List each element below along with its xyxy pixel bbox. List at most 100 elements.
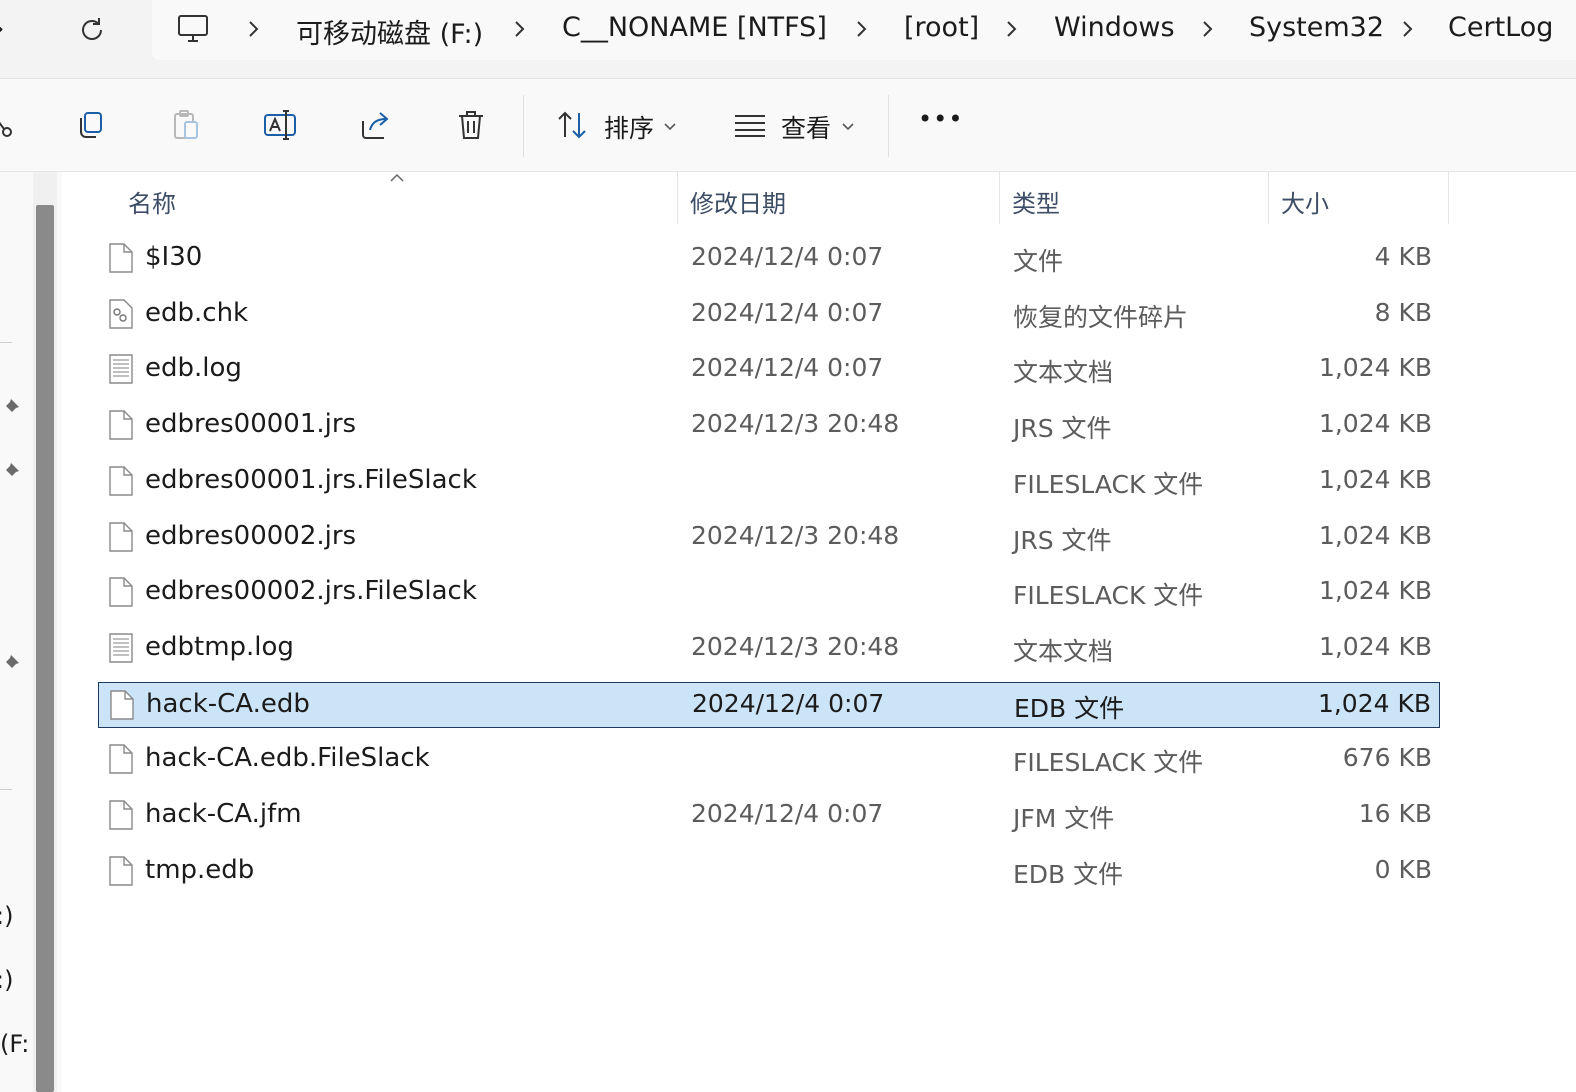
blank-file-icon (109, 689, 135, 724)
view-icon[interactable] (728, 103, 772, 147)
file-row[interactable]: edb.log 2024/12/4 0:07 文本文档 1,024 KB (98, 347, 1440, 393)
pin-icon[interactable] (2, 394, 24, 420)
file-row[interactable]: tmp.edb EDB 文件 0 KB (98, 849, 1440, 895)
breadcrumb-chevron-icon[interactable] (1198, 14, 1218, 48)
file-type: EDB 文件 (1014, 693, 1125, 723)
breadcrumb-chevron-icon[interactable] (852, 14, 872, 48)
file-size: 1,024 KB (1318, 520, 1432, 550)
column-header-name[interactable]: 名称 (128, 184, 176, 219)
file-size: 1,024 KB (1318, 464, 1432, 494)
file-row[interactable]: edb.chk 2024/12/4 0:07 恢复的文件碎片 8 KB (98, 292, 1440, 338)
nav-drive-item[interactable]: :) (0, 902, 13, 930)
cut-icon[interactable] (0, 103, 22, 147)
this-pc-icon[interactable] (176, 12, 210, 50)
view-button[interactable]: 查看 (781, 109, 831, 145)
column-divider[interactable] (677, 172, 678, 224)
file-row[interactable]: hack-CA.edb 2024/12/4 0:07 EDB 文件 1,024 KB (98, 681, 1440, 728)
column-divider[interactable] (999, 172, 1000, 224)
file-row[interactable]: $I30 2024/12/4 0:07 文件 4 KB (98, 236, 1440, 282)
file-modified-date: 2024/12/3 20:48 (691, 520, 900, 550)
file-size: 0 KB (1374, 854, 1432, 884)
file-size: 16 KB (1358, 799, 1432, 828)
command-bar: 排序 查看 ••• (0, 79, 1576, 172)
file-modified-date: 2024/12/4 0:07 (691, 799, 884, 828)
nav-drive-item[interactable]: (F: (0, 1030, 29, 1058)
file-name: hack-CA.jfm (145, 799, 302, 829)
file-row[interactable]: hack-CA.edb.FileSlack FILESLACK 文件 676 KB (98, 737, 1440, 783)
pin-icon[interactable] (2, 650, 24, 676)
file-row[interactable]: edbres00002.jrs.FileSlack FILESLACK 文件 1,0… (98, 570, 1440, 616)
file-row[interactable]: hack-CA.jfm 2024/12/4 0:07 JFM 文件 16 KB (98, 793, 1440, 839)
breadcrumb-chevron-icon[interactable] (1002, 14, 1022, 48)
file-row[interactable]: edbres00001.jrs.FileSlack FILESLACK 文件 1,0… (98, 459, 1440, 505)
sort-ascending-caret-icon (389, 168, 405, 187)
breadcrumb-item[interactable]: 可移动磁盘 (F:) (296, 12, 483, 51)
blank-file-icon (108, 577, 134, 611)
column-divider[interactable] (1268, 172, 1269, 224)
rename-icon[interactable] (258, 103, 302, 147)
toolbar-divider (888, 95, 889, 157)
delete-icon[interactable] (449, 103, 493, 147)
column-header-size[interactable]: 大小 (1281, 184, 1329, 219)
file-row[interactable]: edbtmp.log 2024/12/3 20:48 文本文档 1,024 KB (98, 626, 1440, 672)
file-name: edbres00002.jrs.FileSlack (145, 576, 477, 607)
file-type: EDB 文件 (1013, 859, 1124, 889)
file-name: hack-CA.edb.FileSlack (145, 743, 430, 774)
breadcrumb[interactable]: 可移动磁盘 (F:) C__NONAME [NTFS] [root] Windo… (152, 0, 1576, 60)
sort-chevron-down-icon[interactable] (663, 117, 677, 136)
pin-icon[interactable] (2, 458, 24, 484)
breadcrumb-item[interactable]: System32 (1249, 12, 1384, 43)
sort-button[interactable]: 排序 (604, 109, 654, 145)
file-name: edbres00001.jrs (145, 409, 357, 440)
file-modified-date: 2024/12/3 20:48 (691, 409, 900, 439)
file-size: 1,024 KB (1318, 409, 1432, 439)
file-modified-date: 2024/12/4 0:07 (692, 688, 885, 718)
copy-icon[interactable] (68, 103, 112, 147)
refresh-icon[interactable] (72, 10, 112, 50)
breadcrumb-chevron-icon[interactable] (1398, 14, 1418, 48)
breadcrumb-chevron-icon[interactable] (510, 14, 530, 48)
file-size: 676 KB (1342, 743, 1432, 773)
blank-file-icon (108, 744, 134, 778)
file-size: 1,024 KB (1318, 631, 1432, 661)
file-type: 文件 (1013, 247, 1064, 276)
column-header-type[interactable]: 类型 (1012, 184, 1060, 219)
file-modified-date: 2024/12/4 0:07 (691, 242, 884, 271)
file-type: FILESLACK 文件 (1013, 748, 1204, 778)
file-type: 文本文档 (1013, 358, 1114, 388)
nav-divider (0, 789, 12, 790)
blank-file-icon (108, 466, 134, 500)
file-row[interactable]: edbres00001.jrs 2024/12/3 20:48 JRS 文件 1,02… (98, 403, 1440, 449)
file-modified-date: 2024/12/4 0:07 (691, 353, 884, 383)
file-size: 8 KB (1374, 297, 1432, 327)
share-icon[interactable] (354, 103, 398, 147)
breadcrumb-chevron-icon[interactable] (244, 14, 264, 48)
file-type: JRS 文件 (1013, 525, 1112, 555)
file-row[interactable]: edbres00002.jrs 2024/12/3 20:48 JRS 文件 1,02… (98, 515, 1440, 561)
nav-drive-item[interactable]: :) (0, 966, 13, 994)
file-size: 1,024 KB (1317, 688, 1431, 718)
sort-icon[interactable] (551, 103, 595, 147)
breadcrumb-item[interactable]: [root] (904, 12, 979, 43)
system-file-icon (108, 298, 134, 333)
column-header-date[interactable]: 修改日期 (690, 184, 786, 219)
column-divider[interactable] (1448, 172, 1449, 224)
forward-chevron-icon[interactable]: › (0, 14, 4, 44)
more-options-button[interactable]: ••• (918, 105, 963, 133)
breadcrumb-item[interactable]: C__NONAME [NTFS] (562, 12, 827, 43)
breadcrumb-item[interactable]: CertLog (1448, 12, 1553, 43)
file-modified-date: 2024/12/4 0:07 (691, 297, 884, 327)
file-name: edbres00002.jrs (145, 520, 357, 551)
view-chevron-down-icon[interactable] (841, 117, 855, 136)
file-type: FILESLACK 文件 (1013, 469, 1204, 499)
file-size: 4 KB (1374, 242, 1432, 271)
text-file-icon (108, 633, 134, 667)
file-name: edb.log (145, 353, 242, 384)
file-name: edb.chk (145, 297, 249, 328)
breadcrumb-item[interactable]: Windows (1054, 12, 1175, 43)
nav-scrollbar-thumb[interactable] (36, 205, 54, 1092)
file-type: FILESLACK 文件 (1013, 581, 1204, 611)
nav-divider (0, 342, 12, 343)
blank-file-icon (108, 243, 134, 277)
file-type: JRS 文件 (1013, 414, 1112, 444)
